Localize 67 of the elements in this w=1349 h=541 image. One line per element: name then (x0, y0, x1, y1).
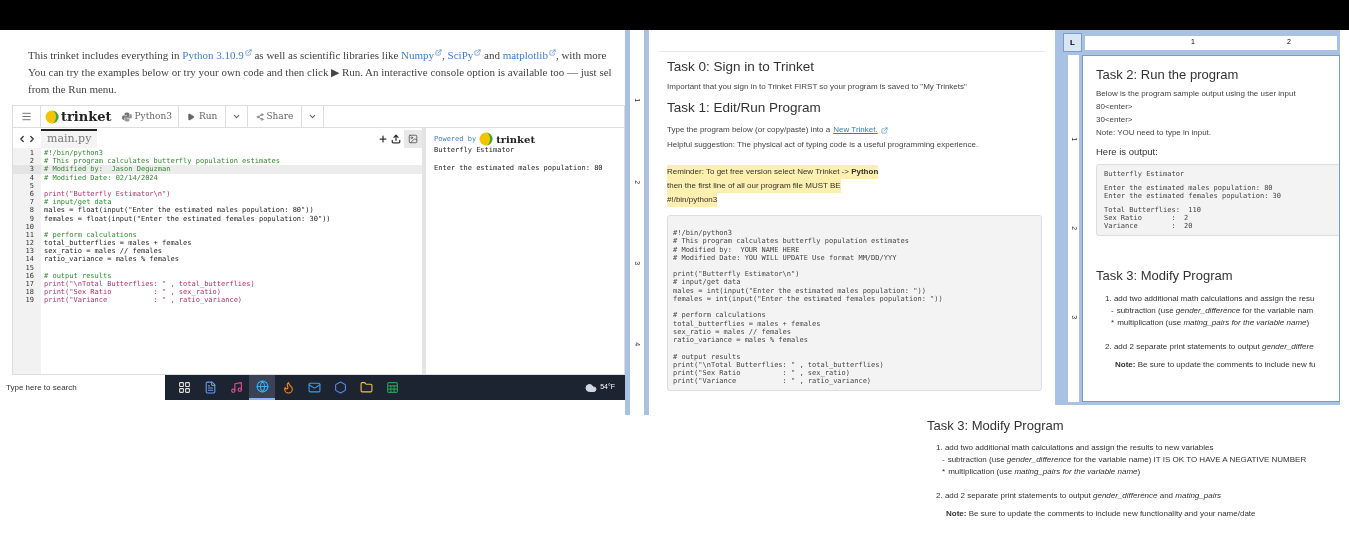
add-file-icon[interactable] (378, 134, 388, 144)
bullet: * (942, 465, 946, 478)
heading: Task 3: Modify Program (1096, 267, 1234, 286)
intro-text: and (483, 48, 501, 63)
highlighted-text: then the first line of all our program file MUST BE (667, 179, 841, 193)
browser-icon[interactable] (249, 375, 275, 400)
logo-icon (479, 132, 494, 146)
intro-text: , (442, 48, 446, 63)
paragraph: Helpful suggestion: The physical act of typing code is a useful programming experience. (667, 139, 980, 151)
note-text: Note: Be sure to update the comments to include new functionality and your name/date (945, 507, 1257, 520)
highlighted-text: Reminder: To get free version select New Trinket -> Python (667, 165, 879, 179)
upload-icon[interactable] (391, 134, 401, 144)
cloud-icon (585, 381, 598, 394)
intro-text: You can try the examples below or try your own code and then click ▶ Run. An interactive console option is available too — just sel (28, 65, 612, 80)
paragraph: Below is the program sample output using the user input (1096, 88, 1297, 100)
caret-icon (308, 112, 318, 121)
image-icon (408, 134, 418, 144)
heading: Task 2: Run the program (1096, 66, 1240, 83)
bullet: - (942, 453, 945, 466)
paragraph: 30<enter> (1096, 114, 1134, 126)
external-link-icon (548, 49, 556, 56)
list-item: 1. add two additional math calculations and assign the resu (1105, 292, 1316, 305)
highlighted-text: #!/bin/python3 (667, 193, 718, 207)
file-tab[interactable]: main.py (41, 129, 98, 148)
list-item: 2. add 2 separate print statements to output gender_differe (1105, 340, 1315, 353)
list-item: multiplication (use mating_pairs for the variable name) (1117, 316, 1310, 329)
paragraph: Note: YOU need to type in input. (1096, 127, 1213, 139)
external-link-icon (435, 49, 443, 56)
list-item: 2. add 2 separate print statements to output gender_difference and mating_pairs (936, 489, 1223, 502)
link[interactable]: New Trinket. (833, 124, 878, 136)
output-label: Here is output: (1096, 145, 1159, 159)
list-item: subtraction (use gender_difference for the variable nam (1116, 304, 1314, 317)
trinket-logo-text: trinket (496, 134, 536, 144)
intro-text: , with more (555, 48, 607, 63)
trinket-logo[interactable]: trinket (41, 106, 116, 127)
intro-text: as well as scientific libraries like (253, 48, 400, 63)
note-text: Note: Be sure to update the comments to include new fu (1114, 358, 1317, 371)
caret-icon (232, 112, 242, 121)
run-button[interactable]: Run (179, 106, 227, 127)
external-link-icon (474, 49, 482, 56)
external-link-icon (244, 49, 252, 56)
play-icon (187, 112, 196, 121)
paragraph: Important that you sign in to Trinket FIRST so your program is saved to "My Trinkets" (667, 81, 968, 93)
logo-icon (45, 109, 59, 124)
link[interactable]: matplotlib (502, 47, 556, 64)
python-icon (121, 111, 132, 122)
bullet: * (1111, 316, 1115, 329)
paragraph: 80<enter> (1096, 101, 1134, 113)
link[interactable]: SciPy (447, 47, 482, 64)
heading: Task 3: Modify Program (927, 417, 1065, 435)
tab-stop-button[interactable]: L (1063, 33, 1082, 52)
search-field[interactable]: Type here to search (0, 375, 165, 400)
intro-text: This trinket includes everything in (28, 48, 181, 63)
intro-text: from the Run menu. (28, 82, 117, 97)
menu-icon (21, 111, 32, 122)
language-label: Python3 (115, 106, 180, 127)
share-icon (256, 112, 265, 121)
paragraph: Type the program below (or copy/paste) into a (667, 124, 831, 136)
heading: Task 1: Edit/Run Program (667, 99, 822, 117)
share-button[interactable]: Share (248, 106, 303, 127)
list-item: multiplication (use mating_pairs for the variable name) (948, 465, 1141, 478)
heading: Task 0: Sign in to Trinket (667, 58, 816, 76)
bullet: - (1111, 304, 1114, 317)
external-link-icon (880, 126, 888, 134)
list-item: subtraction (use gender_difference for the variable name) IT IS OK TO HAVE A NEGATIVE NUMBER (947, 453, 1307, 466)
list-item: 1. add two additional math calculations and assign the results to new variables (936, 441, 1215, 454)
link[interactable]: Python 3.10.9 (182, 47, 252, 64)
